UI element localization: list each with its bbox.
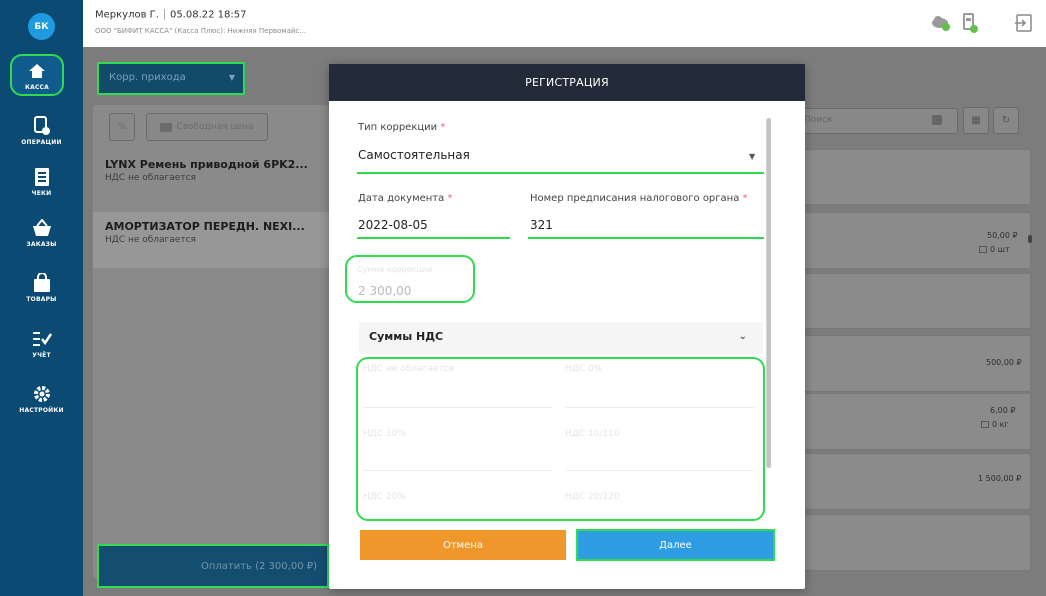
free-price-button[interactable]: Свободная цена xyxy=(146,113,268,141)
sidebar: БК КАССА ОПЕРАЦИИ ЧЕКИ ЗАКАЗЫ ТОВАРЫ УЧЁ… xyxy=(0,0,83,596)
field-underline xyxy=(528,237,764,239)
sidebar-item-label: КАССА xyxy=(25,83,49,91)
field-underline xyxy=(565,470,755,471)
field-underline xyxy=(363,470,553,471)
sidebar-item-label: УЧЁТ xyxy=(32,351,51,359)
vat-field-label[interactable]: НДС 10/110 xyxy=(565,429,620,439)
correction-sum-input[interactable]: 2 300,00 xyxy=(358,284,411,298)
correction-type-label: Тип коррекции * xyxy=(358,122,446,133)
session-datetime: 05.08.22 18:57 xyxy=(169,9,247,21)
scanner-icon[interactable] xyxy=(932,115,942,125)
chevron-down-icon: ▼ xyxy=(228,73,235,82)
sidebar-item-operations[interactable]: ОПЕРАЦИИ xyxy=(4,105,79,155)
product-price: 6,00 ₽ xyxy=(990,406,1016,415)
operations-icon xyxy=(31,115,53,137)
tax-order-label: Номер предписания налогового органа * xyxy=(530,193,748,204)
logout-icon[interactable] xyxy=(1013,12,1035,34)
bag-icon xyxy=(31,272,53,294)
correction-sum-label: Сумма коррекции xyxy=(357,265,433,274)
vat-field-label[interactable]: НДС 20/120 xyxy=(565,492,620,502)
sidebar-item-label: ЗАКАЗЫ xyxy=(26,240,57,248)
chevron-down-icon[interactable]: ▼ xyxy=(749,152,755,161)
terminal-status-icon[interactable] xyxy=(958,12,980,34)
list-item[interactable]: АМОРТИЗАТОР ПЕРЕДН. NEXI... НДС не облаг… xyxy=(93,212,329,268)
sidebar-item-orders[interactable]: ЗАКАЗЫ xyxy=(4,207,79,257)
field-underline xyxy=(357,237,510,239)
product-card[interactable] xyxy=(795,514,1031,571)
sidebar-item-kassa[interactable]: КАССА xyxy=(10,54,64,96)
header: Меркулов Г. 05.08.22 18:57 ООО "БИФИТ КАС… xyxy=(83,0,1046,47)
scrollbar-thumb[interactable] xyxy=(767,118,771,468)
refresh-icon: ↻ xyxy=(1001,115,1011,126)
pay-button[interactable]: Оплатить (2 300,00 ₽) xyxy=(97,544,329,588)
field-underline xyxy=(363,407,553,408)
next-button[interactable]: Далее xyxy=(576,529,775,561)
scrollbar-thumb[interactable] xyxy=(1028,235,1032,243)
home-icon xyxy=(26,60,48,82)
field-underline xyxy=(565,407,755,408)
price-tag-icon xyxy=(160,122,173,132)
product-price: 50,00 ₽ xyxy=(987,231,1018,240)
chevron-down-icon: ⌄ xyxy=(738,331,747,342)
correction-type-dropdown[interactable]: Корр. прихода ▼ xyxy=(97,62,245,95)
field-underline xyxy=(357,172,764,174)
vat-field-label[interactable]: НДС 10% xyxy=(363,429,406,439)
box-icon xyxy=(981,421,989,428)
vat-field-label[interactable]: НДС 0% xyxy=(565,364,602,374)
vat-field-label[interactable]: НДС 20% xyxy=(363,492,406,502)
vat-field-label[interactable]: НДС не облагается xyxy=(363,364,454,374)
product-card[interactable] xyxy=(795,212,1031,269)
product-card[interactable] xyxy=(795,149,1031,205)
refresh-button[interactable]: ↻ xyxy=(993,107,1019,134)
dialog-title: РЕГИСТРАЦИЯ xyxy=(329,64,805,101)
cloud-status-icon[interactable] xyxy=(930,12,952,34)
grid-view-button[interactable]: ▦ xyxy=(963,107,989,134)
vat-fields-highlight xyxy=(356,357,765,521)
list-item[interactable]: LYNX Ремень приводной 6PK2... НДС не обл… xyxy=(93,150,329,206)
organization-name: ООО "БИФИТ КАССА" (Касса Плюс): Нижняя П… xyxy=(95,27,306,35)
product-price: 1 500,00 ₽ xyxy=(978,474,1022,483)
sidebar-item-accounting[interactable]: УЧЁТ xyxy=(4,318,79,368)
sidebar-item-settings[interactable]: НАСТРОЙКИ xyxy=(4,373,79,423)
box-icon xyxy=(979,246,987,253)
product-card[interactable] xyxy=(795,273,1031,329)
vat-sums-section[interactable]: Суммы НДС ⌄ xyxy=(359,322,763,354)
basket-icon xyxy=(31,217,53,239)
checklist-icon xyxy=(31,328,53,350)
correction-type-select[interactable]: Самостоятельная xyxy=(358,148,470,162)
avatar[interactable]: БК xyxy=(28,13,55,40)
user-name: Меркулов Г. xyxy=(95,9,159,21)
document-date-input[interactable]: 2022-08-05 xyxy=(358,218,428,232)
cancel-button[interactable]: Отмена xyxy=(360,530,566,560)
sidebar-item-label: ЧЕКИ xyxy=(31,189,52,197)
product-stock: 0 кг xyxy=(981,420,1009,429)
discount-button[interactable]: % xyxy=(109,113,135,141)
product-stock: 0 шт xyxy=(979,245,1010,254)
sidebar-item-receipts[interactable]: ЧЕКИ xyxy=(4,156,79,206)
document-date-label: Дата документа * xyxy=(358,193,453,204)
receipts-icon xyxy=(31,166,53,188)
user-info: Меркулов Г. 05.08.22 18:57 xyxy=(95,9,246,21)
sidebar-item-label: ТОВАРЫ xyxy=(26,295,57,303)
grid-icon: ▦ xyxy=(971,115,981,126)
gear-icon xyxy=(31,383,53,405)
sidebar-item-goods[interactable]: ТОВАРЫ xyxy=(4,262,79,312)
product-price: 500,00 ₽ xyxy=(986,358,1022,367)
sidebar-item-label: ОПЕРАЦИИ xyxy=(21,138,62,146)
sidebar-item-label: НАСТРОЙКИ xyxy=(19,406,64,414)
tax-order-input[interactable]: 321 xyxy=(530,218,553,232)
